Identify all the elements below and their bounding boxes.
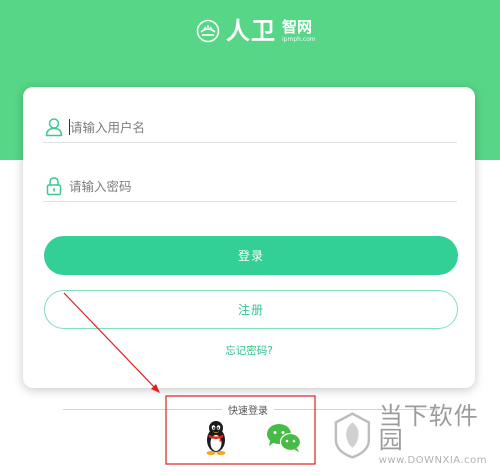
lock-icon	[46, 177, 62, 196]
brand-name: 人卫	[226, 16, 276, 45]
user-icon	[45, 118, 63, 137]
login-card: 登录 注册 忘记密码?	[23, 87, 475, 388]
watermark-url: www.DOWNXIA.com	[378, 455, 487, 466]
watermark: 当下软件园 www.DOWNXIA.com	[332, 404, 500, 466]
watermark-text: 当下软件园	[378, 402, 479, 454]
brand-url: ipmph.com	[282, 35, 316, 43]
password-input[interactable]	[69, 178, 429, 194]
quick-login-label: 快速登录	[222, 402, 274, 417]
password-field[interactable]	[43, 171, 457, 202]
brand-suffix: 智网	[282, 17, 313, 36]
login-button[interactable]: 登录	[44, 236, 458, 275]
register-button[interactable]: 注册	[44, 290, 458, 329]
watermark-logo-icon	[334, 412, 371, 459]
qq-login-icon[interactable]	[203, 419, 229, 455]
brand-logo: 人卫 智网 ipmph.com	[196, 16, 316, 46]
username-input[interactable]	[70, 119, 430, 135]
username-field[interactable]	[43, 112, 457, 143]
logo-emblem-icon	[196, 19, 220, 43]
wechat-login-icon[interactable]	[266, 423, 302, 453]
forgot-password-link[interactable]: 忘记密码?	[23, 343, 475, 358]
